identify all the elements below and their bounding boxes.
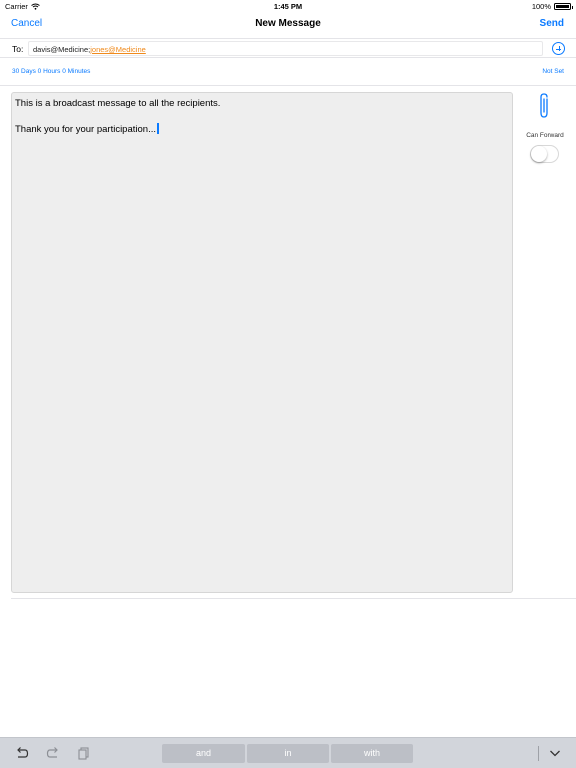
recipient-chip[interactable]: davis@Medicine; — [33, 45, 90, 54]
redo-icon[interactable] — [46, 746, 60, 760]
divider — [11, 598, 576, 599]
chevron-down-icon[interactable] — [548, 746, 562, 760]
undo-icon[interactable] — [15, 746, 29, 760]
side-panel: Can Forward — [514, 92, 576, 172]
add-recipient-button[interactable] — [552, 42, 565, 55]
paste-icon[interactable] — [77, 746, 91, 760]
expiry-duration[interactable]: 30 Days 0 Hours 0 Minutes — [12, 68, 90, 75]
recipient-chip[interactable]: jones@Medicine — [90, 45, 146, 54]
page-title: New Message — [255, 18, 321, 29]
paperclip-icon[interactable] — [536, 92, 552, 120]
send-button[interactable]: Send — [540, 18, 564, 29]
recipients-row: To: davis@Medicine;jones@Medicine — [0, 38, 576, 58]
battery-percent: 100% — [531, 2, 551, 11]
suggestion-button[interactable]: in — [247, 744, 329, 763]
suggestion-button[interactable]: with — [331, 744, 413, 763]
to-label: To: — [12, 44, 24, 54]
expiry-status[interactable]: Not Set — [542, 68, 564, 75]
recipients-field[interactable]: davis@Medicine;jones@Medicine — [28, 41, 543, 56]
suggestion-button[interactable]: and — [162, 744, 245, 763]
battery-icon — [554, 3, 573, 10]
toggle-knob — [531, 146, 547, 162]
expiry-row: 30 Days 0 Hours 0 Minutes Not Set — [0, 62, 576, 86]
message-body-input[interactable]: This is a broadcast message to all the r… — [11, 92, 513, 593]
text-cursor — [157, 123, 159, 134]
toolbar-divider — [538, 746, 539, 761]
keyboard-shortcut-bar: and in with — [0, 737, 576, 768]
message-line: This is a broadcast message to all the r… — [15, 98, 221, 109]
message-line: Thank you for your participation... — [15, 124, 156, 135]
battery-status: 100% — [531, 2, 573, 11]
can-forward-label: Can Forward — [526, 132, 564, 139]
can-forward-toggle[interactable] — [530, 145, 559, 163]
navigation-bar: Cancel New Message Send — [0, 12, 576, 36]
status-bar: Carrier 1:45 PM 100% — [0, 0, 576, 12]
clock: 1:45 PM — [273, 2, 303, 11]
